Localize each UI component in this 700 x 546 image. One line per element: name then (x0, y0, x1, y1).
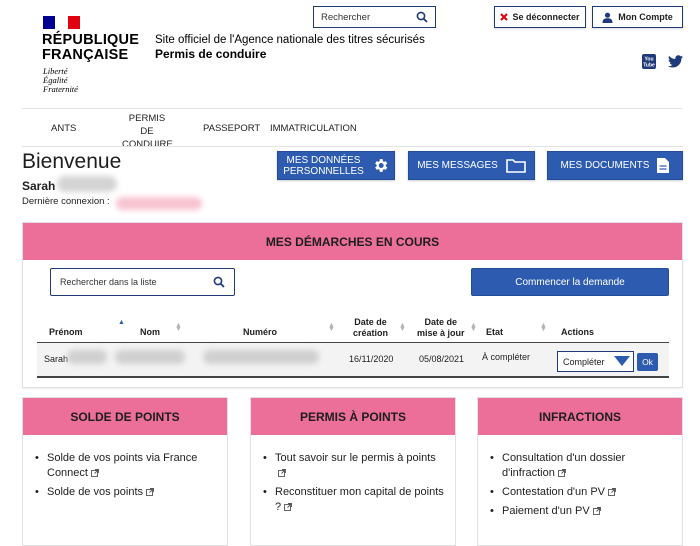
site-header: RÉPUBLIQUE FRANÇAISE Liberté Égalité Fra… (0, 0, 700, 108)
list-search-placeholder: Rechercher dans la liste (60, 277, 157, 287)
card-solde-de-points: SOLDE DE POINTS Solde de vos points via … (22, 397, 228, 546)
sort-icon[interactable]: ▲ ▼ (328, 322, 335, 333)
gear-icon (374, 159, 388, 172)
nav-item-ants[interactable]: ANTS (51, 122, 76, 135)
account-button[interactable]: Mon Compte (592, 6, 683, 28)
french-flag-logo[interactable] (43, 16, 80, 29)
sort-icon[interactable]: ▲ ▼ (175, 322, 182, 333)
user-icon (602, 12, 613, 23)
card-title: INFRACTIONS (478, 398, 682, 435)
logout-label: Se déconnecter (512, 12, 580, 22)
card-title: PERMIS À POINTS (251, 398, 455, 435)
close-icon (500, 13, 509, 21)
list-search-input[interactable]: Rechercher dans la liste (50, 268, 235, 296)
list-item[interactable]: Tout savoir sur le permis à points (263, 451, 445, 481)
search-icon[interactable] (416, 11, 428, 23)
link-list: Consultation d'un dossier d'infraction C… (490, 451, 672, 523)
ok-button[interactable]: Ok (637, 353, 658, 371)
republic-motto: Liberté Égalité Fraternité (43, 66, 78, 94)
nav-item-immatriculation[interactable]: IMMATRICULATION (270, 122, 357, 135)
demarches-panel: MES DÉMARCHES EN COURS Rechercher dans l… (22, 222, 683, 388)
external-link-icon (284, 503, 293, 511)
column-header-numero[interactable]: Numéro (243, 327, 277, 338)
redacted-cell-nom (115, 350, 185, 364)
last-connection-label: Dernière connexion : (22, 196, 110, 207)
documents-button[interactable]: MES DOCUMENTS (547, 151, 683, 180)
column-header-actions: Actions (561, 327, 595, 337)
header-search-input[interactable]: Rechercher (313, 6, 436, 28)
cell-date-maj: 05/08/2021 (419, 354, 465, 364)
redacted-last-connection-date (116, 197, 202, 210)
chevron-down-icon[interactable] (614, 356, 630, 366)
sort-icon[interactable]: ▲ ▼ (399, 322, 406, 333)
external-link-icon (278, 469, 286, 477)
card-title: SOLDE DE POINTS (23, 398, 227, 435)
search-icon[interactable] (213, 276, 225, 288)
youtube-icon[interactable]: You Tube (642, 54, 656, 69)
column-header-date-creation[interactable]: Date de création (353, 317, 388, 339)
personal-data-button[interactable]: MES DONNÉES PERSONNELLES (277, 151, 395, 180)
messages-button[interactable]: MES MESSAGES (408, 151, 535, 180)
column-header-etat[interactable]: Etat (486, 327, 503, 338)
list-item[interactable]: Solde de vos points (35, 485, 217, 500)
sort-icon[interactable]: ▲ ▼ (470, 322, 477, 333)
external-link-icon (592, 507, 601, 515)
logout-button[interactable]: Se déconnecter (494, 6, 586, 28)
external-link-icon (146, 488, 154, 496)
column-header-prenom[interactable]: Prénom (49, 327, 83, 338)
list-item[interactable]: Paiement d'un PV (490, 504, 672, 519)
card-infractions: INFRACTIONS Consultation d'un dossier d'… (477, 397, 683, 546)
user-first-name: Sarah (22, 179, 56, 193)
external-link-icon (91, 469, 99, 477)
cell-prenom: Sarah (44, 354, 69, 364)
sort-icon[interactable]: ▲ ▼ (540, 322, 547, 333)
main-navigation: ANTS PERMIS DE CONDUIRE PASSEPORT IMMATR… (22, 109, 683, 150)
document-icon (657, 158, 670, 173)
twitter-icon[interactable] (668, 55, 683, 68)
redacted-cell-numero (203, 350, 319, 364)
page-title: Bienvenue (22, 150, 122, 173)
header-search-placeholder: Rechercher (321, 11, 371, 23)
folder-icon (505, 159, 526, 173)
site-official-text: Site officiel de l'Agence nationale des … (155, 34, 425, 46)
table-bottom-divider (37, 376, 669, 378)
link-list: Tout savoir sur le permis à points Recon… (263, 451, 445, 519)
cell-date-creation: 16/11/2020 (349, 354, 394, 364)
list-item[interactable]: Solde de vos points via France Connect (35, 451, 217, 481)
account-label: Mon Compte (618, 12, 673, 22)
link-list: Solde de vos points via France Connect S… (35, 451, 217, 504)
action-select[interactable]: Compléter (557, 351, 634, 372)
list-item[interactable]: Reconstituer mon capital de points ? (263, 485, 445, 515)
redacted-cell (67, 350, 107, 364)
column-header-nom[interactable]: Nom (140, 327, 160, 338)
list-item[interactable]: Consultation d'un dossier d'infraction (490, 451, 672, 481)
sort-asc-icon[interactable]: ▲ (118, 319, 125, 326)
cell-etat: À compléter (482, 352, 531, 362)
external-link-icon (557, 469, 566, 477)
demarches-title: MES DÉMARCHES EN COURS (23, 223, 682, 260)
nav-divider (22, 146, 683, 147)
redacted-last-name (57, 176, 117, 192)
svg-text:Tube: Tube (643, 63, 655, 69)
list-item[interactable]: Contestation d'un PV (490, 485, 672, 500)
nav-item-passeport[interactable]: PASSEPORT (203, 122, 260, 135)
external-link-icon (608, 488, 616, 496)
site-name[interactable]: Permis de conduire (155, 47, 266, 61)
republique-francaise-title[interactable]: RÉPUBLIQUE FRANÇAISE (42, 33, 139, 63)
start-request-button[interactable]: Commencer la demande (471, 268, 669, 296)
column-header-date-maj[interactable]: Date de mise à jour (417, 317, 465, 339)
card-permis-a-points: PERMIS À POINTS Tout savoir sur le permi… (250, 397, 456, 546)
